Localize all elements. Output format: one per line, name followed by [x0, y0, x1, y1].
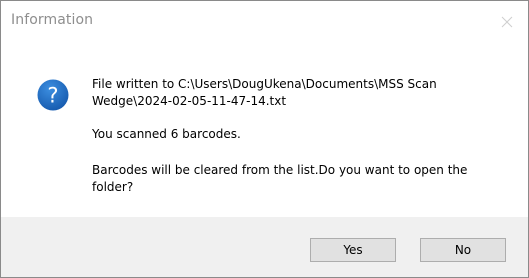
dialog-title: Information	[11, 12, 94, 28]
close-button[interactable]	[486, 1, 528, 43]
title-bar[interactable]: Information	[1, 1, 528, 43]
yes-button[interactable]: Yes	[310, 238, 396, 262]
message-scan-count: You scanned 6 barcodes.	[92, 127, 241, 141]
button-bar: Yes No	[1, 217, 528, 277]
message-question: Barcodes will be cleared from the list.D…	[92, 163, 468, 194]
svg-text:?: ?	[47, 84, 58, 108]
message-dialog: Information ? File written to C:\Users\D…	[0, 0, 529, 278]
question-icon: ?	[37, 79, 69, 111]
dialog-content: ? File written to C:\Users\DougUkena\Doc…	[1, 43, 528, 217]
no-button[interactable]: No	[420, 238, 506, 262]
message-file-path: File written to C:\Users\DougUkena\Docum…	[92, 77, 437, 108]
close-icon	[501, 16, 513, 28]
